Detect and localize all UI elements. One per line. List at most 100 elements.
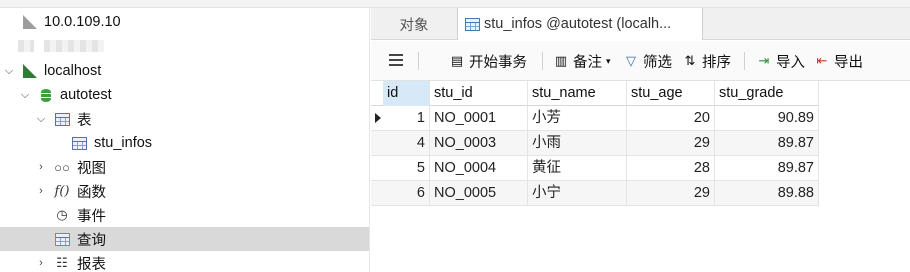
tree-item-autotest[interactable]: ⌵ autotest (0, 83, 369, 107)
menu-bar (0, 0, 910, 8)
tree-item-reports[interactable]: › ☷ 报表 (0, 251, 369, 272)
export-button[interactable]: ⇤ 导出 (814, 41, 863, 81)
chevron-down-icon[interactable]: ⌵ (19, 89, 31, 101)
main-panel: 对象 stu_infos @autotest (localh... ▤ 开始事务… (371, 8, 910, 272)
cell-stu-age[interactable]: 29 (627, 131, 715, 156)
chevron-down-icon[interactable]: ⌵ (35, 113, 47, 125)
cell-stu-id[interactable]: NO_0001 (430, 106, 528, 131)
cell-stu-age[interactable]: 29 (627, 181, 715, 206)
export-label: 导出 (834, 54, 863, 71)
sort-icon: ⇅ (684, 53, 696, 68)
table-row[interactable]: 4 NO_0003 小雨 29 89.87 (371, 131, 819, 156)
cell-id[interactable]: 5 (383, 156, 430, 181)
cell-stu-grade[interactable]: 89.87 (715, 131, 819, 156)
query-icon (54, 231, 70, 247)
sort-label: 排序 (702, 54, 731, 71)
tree-item-views[interactable]: › ○○ 视图 (0, 155, 369, 179)
toolbar-separator (418, 52, 419, 70)
clock-icon: ◷ (56, 207, 68, 222)
current-row-marker-icon (375, 113, 381, 123)
note-label: 备注 (573, 54, 602, 71)
table-row[interactable]: 6 NO_0005 小宁 29 89.88 (371, 181, 819, 206)
cell-stu-name[interactable]: 黄征 (528, 156, 627, 181)
column-header-id[interactable]: id (383, 81, 430, 106)
column-header-stu-age[interactable]: stu_age (627, 81, 715, 106)
sort-button[interactable]: ⇅ 排序 (682, 41, 731, 81)
column-header-stu-id[interactable]: stu_id (430, 81, 528, 106)
function-icon: f() (54, 183, 70, 199)
cell-stu-grade[interactable]: 90.89 (715, 106, 819, 131)
toolbar-separator (744, 52, 745, 70)
tree-item-tables-label: 表 (77, 112, 92, 129)
column-header-stu-name[interactable]: stu_name (528, 81, 627, 106)
tree-connection-1[interactable]: 10.0.109.10 (0, 10, 369, 34)
tree-item-autotest-label: autotest (60, 87, 112, 103)
tree-item-localhost[interactable]: ⌵ localhost (0, 59, 369, 83)
chevron-right-icon[interactable]: › (35, 185, 47, 197)
table-icon (71, 135, 87, 151)
cell-id[interactable]: 6 (383, 181, 430, 206)
cell-stu-grade[interactable]: 89.87 (715, 156, 819, 181)
navigation-tree: 10.0.109.10 ⌵ localhost ⌵ autotest ⌵ 表 s… (0, 8, 370, 272)
cell-stu-id[interactable]: NO_0003 (430, 131, 528, 156)
cell-stu-name[interactable]: 小芳 (528, 106, 627, 131)
filter-icon: ▽ (626, 53, 636, 68)
tree-item-localhost-label: localhost (44, 63, 102, 79)
tree-item-queries-label: 查询 (77, 232, 106, 249)
tab-stu-infos-label: stu_infos @autotest (localh... (484, 16, 672, 32)
chevron-right-icon[interactable]: › (35, 161, 47, 173)
tab-stu-infos[interactable]: stu_infos @autotest (localh... (457, 8, 703, 40)
filter-button[interactable]: ▽ 筛选 (623, 41, 672, 81)
begin-transaction-button[interactable]: ▤ 开始事务 (449, 41, 527, 81)
export-icon: ⇤ (816, 53, 828, 68)
data-grid: id stu_id stu_name stu_age stu_grade 1 N… (371, 81, 819, 206)
cell-id[interactable]: 4 (383, 131, 430, 156)
chevron-down-icon[interactable]: ⌵ (3, 65, 15, 77)
tree-item-stu-infos-label: stu_infos (94, 135, 153, 151)
tree-item-queries[interactable]: 查询 (0, 227, 369, 251)
redacted-label (44, 40, 104, 52)
view-glasses-icon: ○○ (54, 159, 70, 175)
tree-item-functions-label: 函数 (77, 184, 106, 201)
table-icon (54, 111, 70, 127)
tree-item-tables[interactable]: ⌵ 表 (0, 107, 369, 131)
cell-stu-grade[interactable]: 89.88 (715, 181, 819, 206)
filter-label: 筛选 (643, 54, 672, 71)
connection-icon (22, 63, 38, 79)
begin-transaction-label: 开始事务 (469, 54, 527, 71)
table-row[interactable]: 1 NO_0001 小芳 20 90.89 (371, 106, 819, 131)
cell-stu-age[interactable]: 28 (627, 156, 715, 181)
tree-item-reports-label: 报表 (77, 256, 106, 272)
tree-item-events[interactable]: ◷ 事件 (0, 203, 369, 227)
menu-icon[interactable] (389, 54, 403, 66)
table-row[interactable]: 5 NO_0004 黄征 28 89.87 (371, 156, 819, 181)
tab-objects[interactable]: 对象 (371, 8, 457, 40)
chevron-right-icon[interactable]: › (35, 257, 47, 269)
table-icon (464, 16, 480, 32)
tree-connection-1-label: 10.0.109.10 (44, 14, 121, 30)
dropdown-arrow-icon[interactable]: ▾ (606, 56, 611, 67)
transaction-icon: ▤ (450, 53, 464, 68)
note-icon: ▥ (554, 53, 568, 68)
cell-stu-id[interactable]: NO_0004 (430, 156, 528, 181)
tree-item-functions[interactable]: › f() 函数 (0, 179, 369, 203)
database-icon (38, 87, 54, 103)
report-icon: ☷ (56, 255, 68, 270)
column-header-stu-grade[interactable]: stu_grade (715, 81, 819, 106)
connection-icon (22, 14, 38, 30)
cell-stu-age[interactable]: 20 (627, 106, 715, 131)
toolbar: ▤ 开始事务 ▥ 备注 ▾ ▽ 筛选 ⇅ 排序 ⇥ 导入 ⇤ 导出 (371, 41, 910, 81)
tree-item-views-label: 视图 (77, 160, 106, 177)
tree-connection-2[interactable] (0, 34, 369, 58)
tab-bar: 对象 stu_infos @autotest (localh... (371, 8, 910, 40)
note-button[interactable]: ▥ 备注 ▾ (553, 41, 611, 81)
import-icon: ⇥ (758, 53, 770, 68)
import-label: 导入 (776, 54, 805, 71)
redacted-icon (18, 40, 34, 52)
tree-item-stu-infos[interactable]: stu_infos (0, 131, 369, 155)
import-button[interactable]: ⇥ 导入 (756, 41, 805, 81)
cell-stu-name[interactable]: 小宁 (528, 181, 627, 206)
cell-id[interactable]: 1 (383, 106, 430, 131)
cell-stu-id[interactable]: NO_0005 (430, 181, 528, 206)
cell-stu-name[interactable]: 小雨 (528, 131, 627, 156)
